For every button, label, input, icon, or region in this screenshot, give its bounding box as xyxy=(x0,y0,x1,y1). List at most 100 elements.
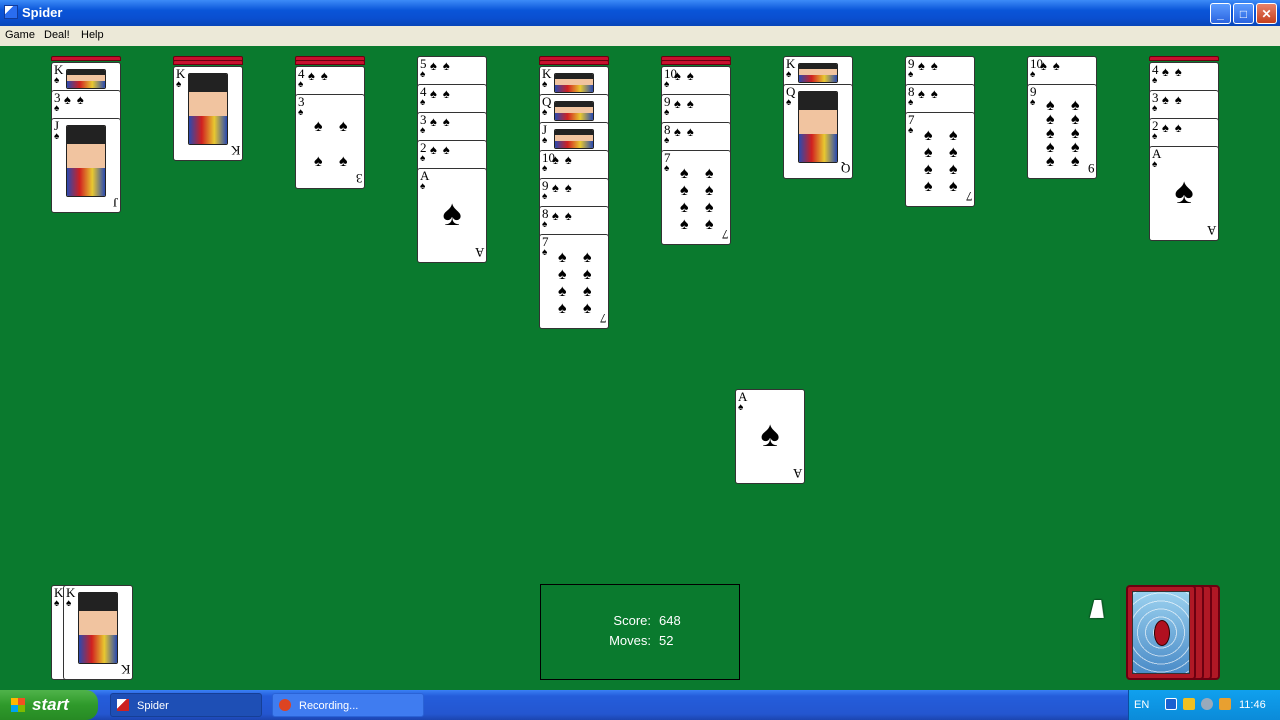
score-value: 648 xyxy=(659,613,681,628)
playing-card[interactable]: 7 ♠ ♠ ♠ ♠ ♠ ♠ ♠ ♠ ♠ 7 xyxy=(661,150,731,245)
spade-icon: ♠ xyxy=(908,125,914,136)
spade-pips-icon: ♠♠ xyxy=(430,58,456,73)
spade-icon: ♠ xyxy=(786,69,792,80)
face-down-card xyxy=(539,60,609,65)
spade-pips-icon: ♠♠ xyxy=(1040,58,1066,73)
spade-icon: ♠ xyxy=(1030,97,1036,108)
spade-icon: ♠ xyxy=(542,79,548,90)
spade-icon: ♠ xyxy=(664,107,670,118)
playing-card[interactable]: A ♠ ♠ A xyxy=(1149,146,1219,241)
card-rank-corner: 7 xyxy=(599,311,607,326)
card-rank-corner: K xyxy=(230,143,240,158)
spade-icon: ♠ xyxy=(786,97,792,108)
spade-icon: ♠ xyxy=(420,97,426,108)
card-rank-corner: 3 xyxy=(355,171,363,186)
face-card-portrait-icon xyxy=(798,63,838,83)
playing-card[interactable]: Q ♠ Q xyxy=(783,84,853,179)
ace-spade-icon: ♠ xyxy=(1174,170,1194,211)
playing-card[interactable]: 9 ♠ ♠ ♠ ♠ ♠ ♠ ♠ ♠ ♠ ♠ ♠ 9 xyxy=(1027,84,1097,179)
task-label: Spider xyxy=(137,700,169,712)
windows-logo-icon xyxy=(11,698,25,712)
face-down-card xyxy=(173,60,243,65)
spade-icon: ♠ xyxy=(542,135,548,146)
card-rank-corner: A xyxy=(474,245,484,260)
spade-pips-icon: ♠♠ xyxy=(308,68,334,83)
maximize-button[interactable]: □ xyxy=(1233,3,1254,24)
spade-icon: ♠ xyxy=(1152,159,1158,170)
tray-arrow-icon[interactable] xyxy=(1165,698,1177,710)
spade-pips-icon: ♠♠ xyxy=(1162,92,1188,107)
spade-pips-icon: ♠♠ xyxy=(918,86,944,101)
title-bar: Spider _ □ ✕ xyxy=(0,0,1280,26)
spider-app-icon xyxy=(4,5,18,19)
spade-pips-icon: ♠♠ xyxy=(1162,64,1188,79)
menu-deal[interactable]: Deal! xyxy=(44,29,70,41)
spade-icon: ♠ xyxy=(298,107,304,118)
playing-card[interactable]: A ♠ ♠ A xyxy=(417,168,487,263)
face-down-card xyxy=(661,60,731,65)
tray-security-icon[interactable] xyxy=(1219,698,1231,710)
spade-pips-icon: ♠♠ xyxy=(674,96,700,111)
spade-pips-icon: ♠ ♠ ♠ ♠ ♠ ♠ ♠ ♠ xyxy=(680,165,720,233)
spade-pips-icon: ♠♠ xyxy=(674,68,700,83)
tray-volume-icon[interactable] xyxy=(1201,698,1213,710)
playing-card[interactable]: 3 ♠ ♠ ♠ ♠ ♠ 3 xyxy=(295,94,365,189)
spade-icon: ♠ xyxy=(420,153,426,164)
clock: 11:46 xyxy=(1239,699,1266,711)
spade-icon: ♠ xyxy=(420,125,426,136)
spade-icon: ♠ xyxy=(542,191,548,202)
playing-card[interactable]: 7 ♠ ♠ ♠ ♠ ♠ ♠ ♠ ♠ ♠ 7 xyxy=(539,234,609,329)
minimize-button[interactable]: _ xyxy=(1210,3,1231,24)
face-card-portrait-icon xyxy=(66,125,106,197)
spade-icon: ♠ xyxy=(664,163,670,174)
spade-pips-icon: ♠ ♠ ♠ ♠ ♠ ♠ ♠ ♠ xyxy=(558,249,598,317)
spade-icon: ♠ xyxy=(54,75,60,86)
start-button[interactable]: start xyxy=(0,690,98,720)
spade-icon: ♠ xyxy=(542,163,548,174)
face-card-portrait-icon xyxy=(798,91,838,163)
task-label: Recording... xyxy=(299,700,359,712)
playing-card[interactable]: J ♠ J xyxy=(51,118,121,213)
spade-pips-icon: ♠♠ xyxy=(430,86,456,101)
tray-network-icon[interactable] xyxy=(1183,698,1195,710)
spade-pips-icon: ♠♠ xyxy=(430,114,456,129)
face-down-card xyxy=(1149,56,1219,61)
card-rank-corner: J xyxy=(112,195,118,210)
spade-icon: ♠ xyxy=(1152,103,1158,114)
taskbar-item-spider[interactable]: Spider xyxy=(110,693,262,717)
spade-icon: ♠ xyxy=(542,107,548,118)
stock-pile[interactable] xyxy=(1126,585,1196,680)
score-panel: Score: 648 Moves: 52 xyxy=(540,584,740,680)
spade-pips-icon: ♠♠ xyxy=(552,152,578,167)
spade-icon: ♠ xyxy=(908,69,914,80)
playing-card[interactable]: A ♠ ♠ A xyxy=(735,389,805,484)
spade-icon: ♠ xyxy=(54,103,60,114)
menu-bar: Game Deal! Help xyxy=(0,26,1280,46)
playing-card[interactable]: 7 ♠ ♠ ♠ ♠ ♠ ♠ ♠ ♠ ♠ 7 xyxy=(905,112,975,207)
spade-icon: ♠ xyxy=(66,598,72,609)
face-card-portrait-icon xyxy=(554,101,594,121)
close-button[interactable]: ✕ xyxy=(1256,3,1277,24)
face-card-portrait-icon xyxy=(554,73,594,93)
menu-game[interactable]: Game xyxy=(5,29,35,41)
spade-pips-icon: ♠♠ xyxy=(64,92,90,107)
card-rank-corner: Q xyxy=(840,161,850,176)
spade-pips-icon: ♠♠ xyxy=(552,180,578,195)
spade-icon: ♠ xyxy=(1152,75,1158,86)
spider-task-icon xyxy=(117,699,129,711)
playing-card[interactable]: K ♠ K xyxy=(63,585,133,680)
moves-label: Moves: xyxy=(609,633,651,648)
card-rank-corner: K xyxy=(120,662,130,677)
playing-card[interactable]: K ♠ K xyxy=(173,66,243,161)
language-indicator[interactable]: EN xyxy=(1134,699,1149,711)
menu-help[interactable]: Help xyxy=(81,29,104,41)
card-rank-corner: 7 xyxy=(721,227,729,242)
taskbar-item-recording[interactable]: Recording... xyxy=(272,693,424,717)
spade-icon: ♠ xyxy=(908,97,914,108)
card-rank-corner: A xyxy=(792,466,802,481)
spade-icon: ♠ xyxy=(542,219,548,230)
face-card-portrait-icon xyxy=(554,129,594,149)
window-title: Spider xyxy=(22,5,63,20)
spade-icon: ♠ xyxy=(542,247,548,258)
spade-pips-icon: ♠ ♠ ♠ ♠ ♠ ♠ ♠ ♠ xyxy=(924,127,964,195)
